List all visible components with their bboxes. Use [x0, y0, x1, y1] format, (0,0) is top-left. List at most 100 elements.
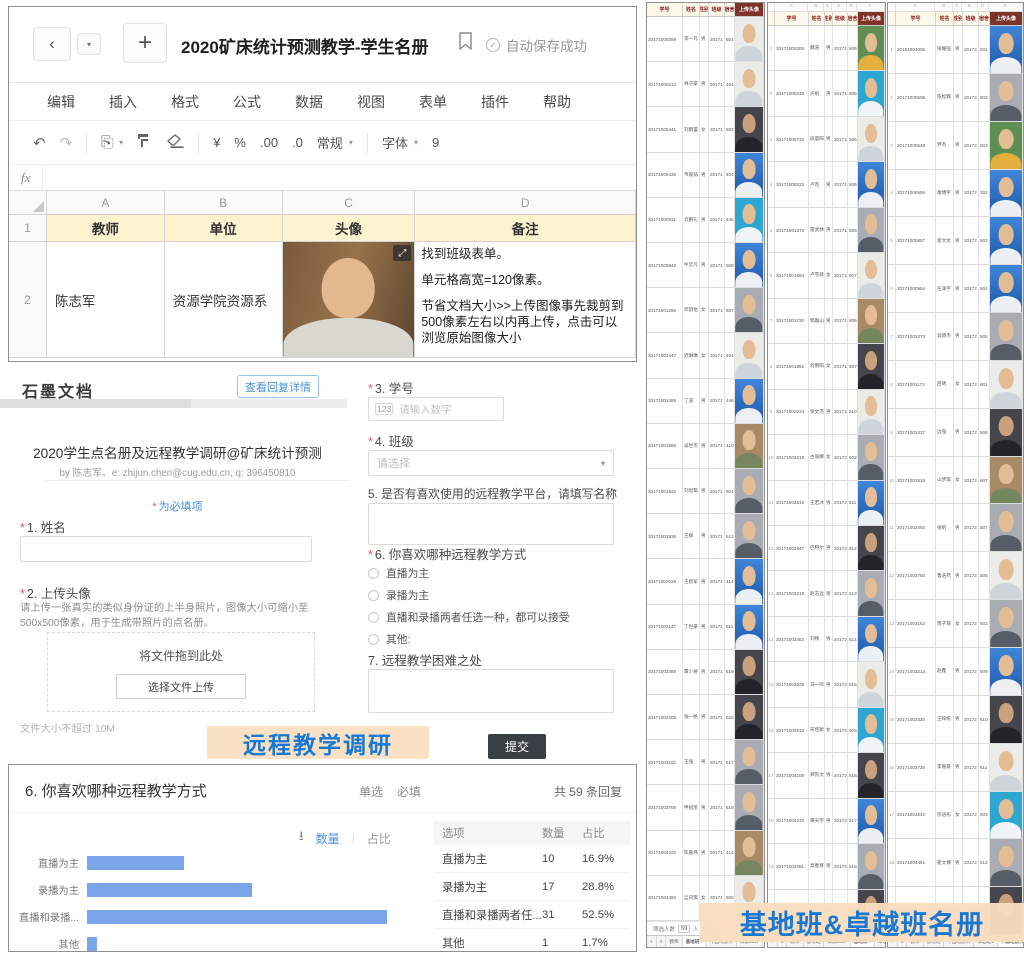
cell-c1[interactable]: 头像: [283, 215, 416, 242]
chart-toolbar: ⭳ 数量 | 占比: [299, 827, 391, 849]
radio-icon[interactable]: [368, 612, 379, 623]
bar-0[interactable]: [87, 856, 184, 870]
menu-item-2[interactable]: 格式: [171, 92, 199, 112]
roster-photo-cell: [990, 313, 1023, 360]
bar-category-label: 直播为主: [9, 855, 87, 870]
decrease-decimal-button[interactable]: .0: [292, 135, 303, 150]
toggle-percent[interactable]: 占比: [367, 830, 391, 847]
row-number: 13: [888, 600, 896, 647]
formula-bar[interactable]: fx: [9, 165, 636, 191]
cell-teacher-unit[interactable]: 资源学院资源系: [165, 242, 283, 358]
student-portrait-photo: [735, 559, 763, 603]
roster-cell: 20171000441: [647, 107, 683, 151]
roster-cell: 牛云凡: [683, 243, 700, 287]
menu-item-0[interactable]: 编辑: [47, 92, 75, 112]
roster-cell: 男: [700, 740, 709, 784]
back-dropdown-button[interactable]: ▾: [77, 33, 101, 55]
sheet-tab-1[interactable]: ≡: [657, 936, 667, 947]
font-caret-icon[interactable]: ▾: [414, 138, 418, 147]
sheet-tab-2[interactable]: 教师: [666, 936, 682, 947]
roster-cell: 男: [825, 799, 833, 843]
menu-item-5[interactable]: 视图: [357, 92, 385, 112]
roster-cell: 20171004222: [647, 831, 683, 875]
font-select[interactable]: 字体: [382, 133, 408, 152]
column-header-b[interactable]: B: [165, 191, 283, 215]
roster-cell: 女: [825, 435, 833, 479]
percent-format-button[interactable]: %: [234, 135, 246, 150]
cell-b1[interactable]: 单位: [165, 215, 283, 242]
submit-button[interactable]: 提交: [488, 734, 546, 759]
q6-option-1[interactable]: 录播为主: [368, 586, 618, 604]
column-header-d[interactable]: D: [415, 191, 636, 215]
bar-2[interactable]: [87, 910, 387, 924]
download-icon[interactable]: ⭳: [299, 827, 304, 849]
q1-name-input[interactable]: [20, 536, 312, 562]
roster-cell: 446: [725, 379, 735, 423]
row-header-2[interactable]: 2: [9, 242, 47, 358]
format-painter-icon[interactable]: [137, 133, 153, 152]
roster-cell: 男: [954, 839, 963, 886]
roster-cell: 507: [979, 504, 990, 551]
q6-option-3[interactable]: 其他:: [368, 630, 618, 648]
redo-icon[interactable]: ↷: [60, 134, 73, 152]
increase-decimal-button[interactable]: .00: [260, 135, 278, 150]
menu-item-4[interactable]: 数据: [295, 92, 323, 112]
q6-option-0[interactable]: 直播为主: [368, 564, 618, 582]
column-header-a[interactable]: A: [47, 191, 165, 215]
roster-cell: 王若冰: [809, 481, 825, 525]
file-dropzone[interactable]: 将文件拖到此处 选择文件上传: [47, 632, 315, 712]
radio-icon[interactable]: [368, 568, 379, 579]
column-header-c[interactable]: C: [283, 191, 416, 215]
toggle-count[interactable]: 数量: [316, 830, 340, 847]
roster-cell: 20171001694: [775, 253, 809, 297]
sheet-tab-0[interactable]: +: [647, 936, 657, 947]
q3-student-id-input[interactable]: 123 请输入数字: [368, 397, 504, 421]
font-size-value[interactable]: 9: [432, 135, 439, 150]
row-header-1[interactable]: 1: [9, 215, 47, 242]
bookmark-icon[interactable]: [458, 32, 473, 55]
select-all-corner[interactable]: [9, 191, 47, 215]
cell-teacher-photo[interactable]: ⤢: [283, 242, 416, 358]
roster-photo-cell: [858, 799, 885, 843]
menu-item-1[interactable]: 插入: [109, 92, 137, 112]
cell-teacher-name[interactable]: 陈志军: [47, 242, 165, 358]
view-replies-button[interactable]: 查看回复详情: [237, 375, 319, 398]
menu-item-3[interactable]: 公式: [233, 92, 261, 112]
eraser-icon[interactable]: [167, 134, 184, 152]
paste-dropdown-icon[interactable]: ▾: [119, 138, 123, 147]
bar-3[interactable]: [87, 937, 97, 951]
undo-icon[interactable]: ↶: [33, 134, 46, 152]
roster-cell: 20171: [709, 379, 725, 423]
roster-photo-cell: [858, 662, 885, 706]
q6-option-2[interactable]: 直播和录播两者任选一种，都可以接受: [368, 608, 618, 626]
roster-cell: 丁世豪: [683, 605, 700, 649]
back-button[interactable]: ‹: [33, 27, 71, 61]
radio-icon[interactable]: [368, 590, 379, 601]
currency-format-button[interactable]: ¥: [213, 135, 220, 150]
bar-1[interactable]: [87, 883, 252, 897]
cell-a1[interactable]: 教师: [47, 215, 165, 242]
roster-cell: 20171: [709, 469, 725, 513]
roster-cell: 男: [825, 662, 833, 706]
radio-icon[interactable]: [368, 634, 379, 645]
number-format-caret-icon[interactable]: ▾: [349, 138, 353, 147]
roster-cell: 20171003706: [647, 785, 683, 829]
row-number: 11: [888, 504, 896, 551]
cell-d1[interactable]: 备注: [415, 215, 636, 242]
roster-cell: 20171001588: [647, 424, 683, 468]
paste-icon[interactable]: ⎘: [101, 134, 113, 151]
menu-item-7[interactable]: 插件: [481, 92, 509, 112]
number-format-select[interactable]: 常规: [317, 133, 343, 152]
new-document-button[interactable]: +: [123, 23, 167, 63]
q4-class-select[interactable]: 请选择 ▾: [368, 450, 614, 476]
roster-cell: 男: [700, 514, 709, 558]
roster-cell: 20172: [963, 600, 979, 647]
menu-item-6[interactable]: 表单: [419, 92, 447, 112]
expand-image-icon[interactable]: ⤢: [393, 245, 411, 261]
choose-file-button[interactable]: 选择文件上传: [116, 674, 246, 699]
cell-remark[interactable]: 找到班级表单。 单元格高宽=120像素。 节省文档大小>>上传图像事先裁剪到50…: [415, 242, 636, 358]
q5-platform-input[interactable]: [368, 503, 614, 545]
q7-difficulty-textarea[interactable]: [368, 669, 614, 713]
student-portrait-photo: [858, 344, 884, 388]
menu-item-8[interactable]: 帮助: [543, 92, 571, 112]
